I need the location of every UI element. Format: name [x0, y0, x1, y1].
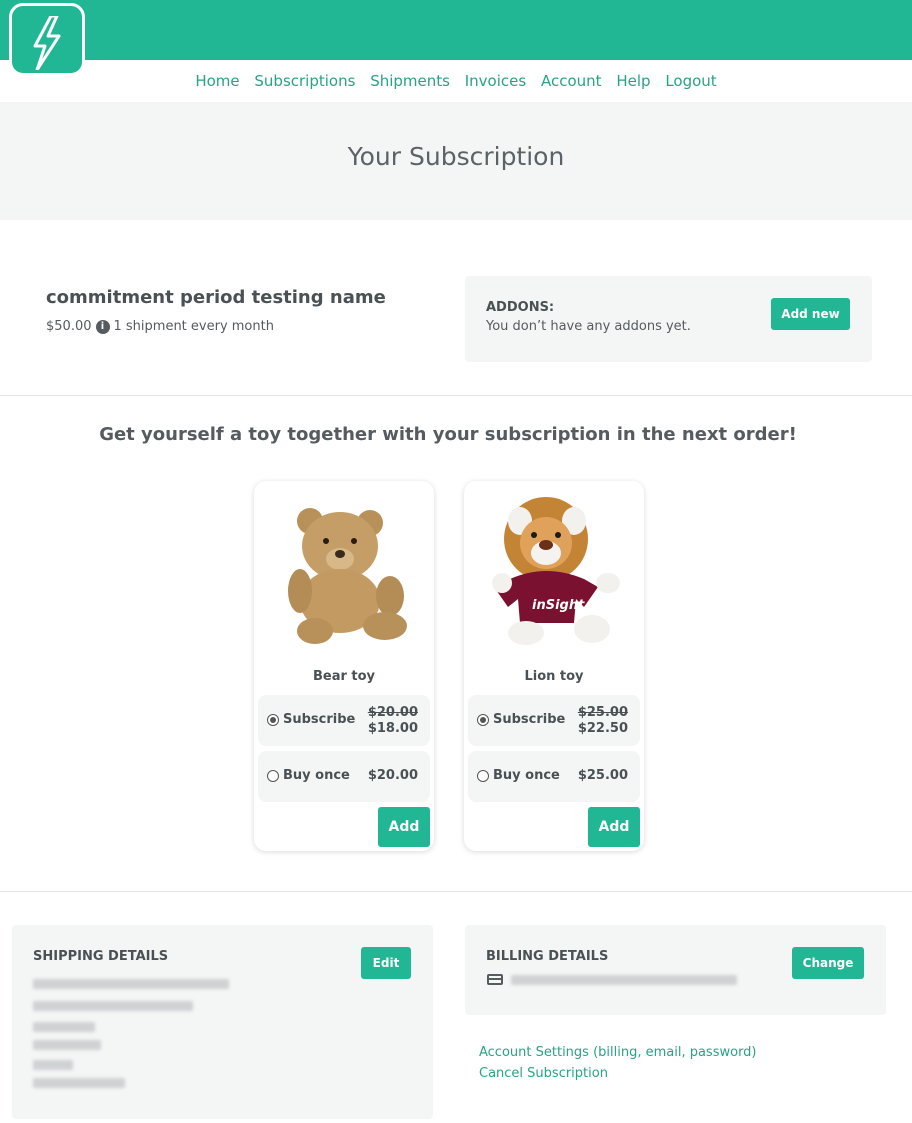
- edit-shipping-button[interactable]: Edit: [361, 947, 411, 979]
- shirt-logo-text: inSight: [532, 598, 585, 613]
- product-card-bear: Bear toy Subscribe $20.00 $18.00 Buy onc…: [254, 481, 434, 851]
- credit-card-icon: [487, 974, 503, 985]
- add-addon-button[interactable]: Add new: [771, 298, 850, 330]
- plan-meta: $50.00 i 1 shipment every month: [46, 319, 274, 334]
- redacted-address-line: [33, 1001, 193, 1011]
- once-price: $20.00: [367, 768, 418, 783]
- redacted-address-line: [33, 1060, 73, 1070]
- redacted-card-info: [511, 975, 737, 985]
- nav-shipments[interactable]: Shipments: [370, 72, 450, 90]
- option-label: Buy once: [493, 768, 560, 783]
- buy-once-option[interactable]: Buy once $25.00: [468, 751, 640, 802]
- nav-help[interactable]: Help: [616, 72, 650, 90]
- section-divider: [0, 891, 912, 892]
- subscribe-option[interactable]: Subscribe $25.00 $22.50: [468, 695, 640, 746]
- redacted-address-line: [33, 979, 229, 989]
- radio-button[interactable]: [477, 713, 489, 726]
- product-name: Lion toy: [524, 669, 584, 684]
- addons-title: ADDONS:: [486, 300, 555, 315]
- app-logo[interactable]: [9, 3, 85, 76]
- product-card-lion: inSight Lion toy Subscribe $25.00 $22.50…: [464, 481, 644, 851]
- plan-name: commitment period testing name: [46, 287, 386, 308]
- option-label: Subscribe: [283, 712, 356, 727]
- lightning-bolt-icon: [33, 16, 61, 70]
- radio-button[interactable]: [267, 713, 279, 726]
- redacted-address-line: [33, 1078, 125, 1088]
- nav-account[interactable]: Account: [541, 72, 602, 90]
- nav-logout[interactable]: Logout: [665, 72, 716, 90]
- promo-title: Get yourself a toy together with your su…: [99, 424, 797, 445]
- plan-frequency: 1 shipment every month: [113, 319, 274, 334]
- page-header: Your Subscription: [0, 102, 912, 220]
- change-billing-button[interactable]: Change: [792, 947, 864, 979]
- lion-toy-image: inSight: [492, 497, 620, 645]
- once-price: $25.00: [577, 768, 628, 783]
- add-product-button[interactable]: Add: [378, 807, 430, 847]
- plan-price: $50.00: [46, 319, 92, 334]
- nav-subscriptions[interactable]: Subscriptions: [254, 72, 355, 90]
- section-divider: [0, 395, 912, 396]
- option-label: Buy once: [283, 768, 350, 783]
- add-product-button[interactable]: Add: [588, 807, 640, 847]
- radio-button[interactable]: [477, 769, 489, 782]
- shipping-title: SHIPPING DETAILS: [33, 949, 169, 964]
- main-nav: Home Subscriptions Shipments Invoices Ac…: [0, 72, 912, 90]
- subscribe-price: $18.00: [367, 721, 418, 736]
- cancel-subscription-link[interactable]: Cancel Subscription: [479, 1066, 608, 1081]
- info-icon[interactable]: i: [95, 319, 110, 334]
- account-settings-link[interactable]: Account Settings (billing, email, passwo…: [479, 1045, 757, 1060]
- nav-home[interactable]: Home: [195, 72, 239, 90]
- redacted-address-line: [33, 1040, 101, 1050]
- billing-title: BILLING DETAILS: [486, 949, 609, 964]
- option-label: Subscribe: [493, 712, 566, 727]
- original-price: $25.00: [577, 705, 628, 720]
- billing-details-panel: BILLING DETAILS Change: [465, 925, 886, 1015]
- top-bar: [0, 0, 912, 60]
- radio-button[interactable]: [267, 769, 279, 782]
- bear-toy-image: [288, 508, 407, 644]
- original-price: $20.00: [367, 705, 418, 720]
- subscribe-price: $22.50: [577, 721, 628, 736]
- nav-invoices[interactable]: Invoices: [465, 72, 526, 90]
- addons-panel: ADDONS: You don’t have any addons yet. A…: [465, 276, 872, 362]
- product-name: Bear toy: [312, 669, 376, 684]
- shipping-details-panel: SHIPPING DETAILS Edit: [12, 925, 433, 1119]
- redacted-address-line: [33, 1022, 95, 1032]
- subscribe-option[interactable]: Subscribe $20.00 $18.00: [258, 695, 430, 746]
- page-title: Your Subscription: [347, 142, 565, 171]
- buy-once-option[interactable]: Buy once $20.00: [258, 751, 430, 802]
- addons-empty-text: You don’t have any addons yet.: [486, 319, 691, 334]
